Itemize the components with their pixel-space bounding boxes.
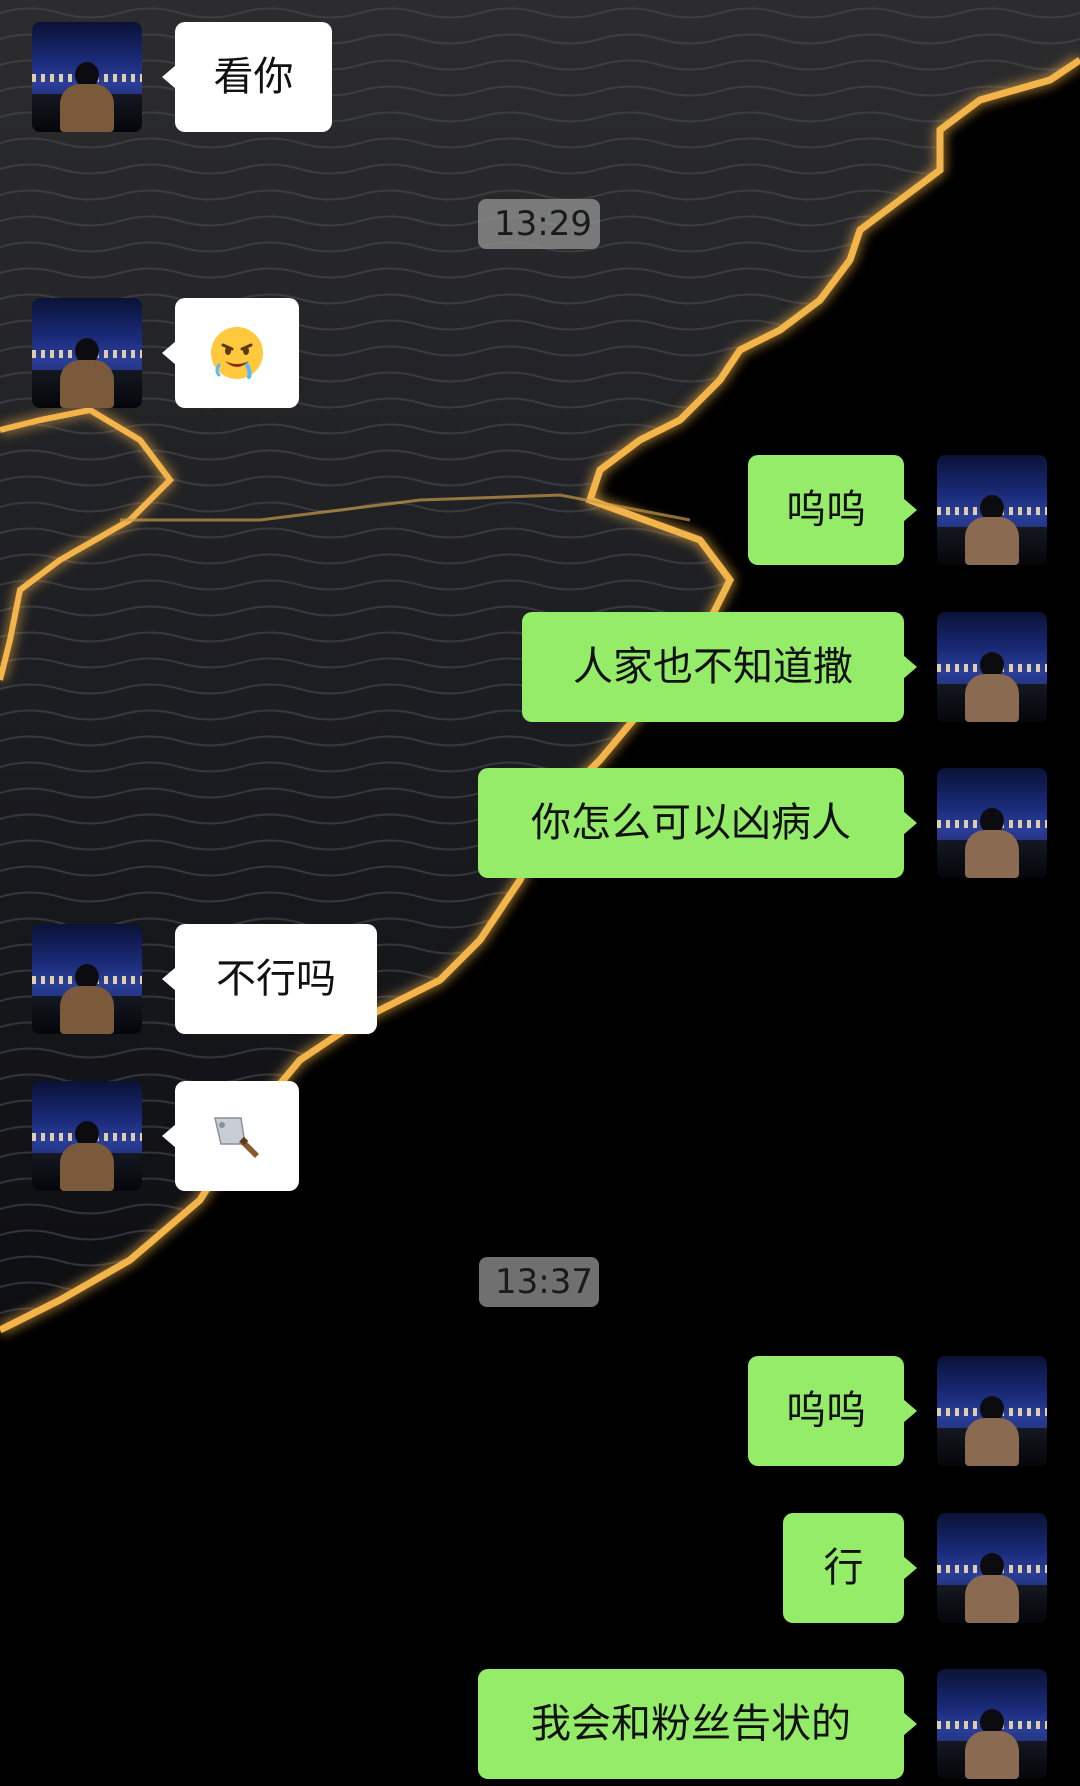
contact-avatar[interactable] bbox=[32, 298, 142, 408]
message-bubble-outgoing[interactable]: 呜呜 bbox=[748, 455, 917, 565]
avatar-person-body bbox=[965, 1731, 1019, 1779]
avatar-person-body bbox=[965, 517, 1019, 565]
message-row-outgoing: 行 bbox=[0, 1513, 1080, 1623]
own-avatar[interactable] bbox=[937, 1356, 1047, 1466]
avatar-person-body bbox=[965, 830, 1019, 878]
message-bubble-incoming[interactable]: 不行吗 bbox=[162, 924, 377, 1034]
message-bubble-incoming-emoji[interactable] bbox=[162, 298, 299, 408]
message-bubble-outgoing[interactable]: 我会和粉丝告状的 bbox=[478, 1669, 917, 1779]
drooling-face-emoji-icon bbox=[211, 327, 263, 379]
message-row-incoming: 不行吗 bbox=[0, 924, 1080, 1034]
avatar-person-body bbox=[60, 360, 114, 408]
avatar-person-body bbox=[60, 986, 114, 1034]
message-row-incoming: 看你 bbox=[0, 22, 1080, 132]
avatar-person-body bbox=[965, 1418, 1019, 1466]
contact-avatar[interactable] bbox=[32, 1081, 142, 1191]
contact-avatar[interactable] bbox=[32, 22, 142, 132]
message-row-outgoing: 呜呜 bbox=[0, 455, 1080, 565]
avatar-person-body bbox=[965, 674, 1019, 722]
avatar-person-body bbox=[60, 1143, 114, 1191]
message-bubble-outgoing[interactable]: 行 bbox=[783, 1513, 917, 1623]
message-row-incoming bbox=[0, 1081, 1080, 1191]
cleaver-knife-emoji-icon bbox=[214, 1117, 259, 1158]
message-row-outgoing: 呜呜 bbox=[0, 1356, 1080, 1466]
own-avatar[interactable] bbox=[937, 612, 1047, 722]
message-row-incoming bbox=[0, 298, 1080, 408]
message-bubble-incoming[interactable]: 看你 bbox=[162, 22, 332, 132]
message-bubble-outgoing[interactable]: 人家也不知道撒 bbox=[522, 612, 917, 722]
own-avatar[interactable] bbox=[937, 1669, 1047, 1779]
message-bubble-outgoing[interactable]: 你怎么可以凶病人 bbox=[478, 768, 917, 878]
own-avatar[interactable] bbox=[937, 1513, 1047, 1623]
message-bubble-incoming-emoji[interactable] bbox=[162, 1081, 299, 1191]
chat-message-list[interactable]: 看你 13:29 呜呜 人家也不知道撒 你怎么可以凶病人 不行吗 13:37 呜… bbox=[0, 0, 1080, 1786]
message-bubble-outgoing[interactable]: 呜呜 bbox=[748, 1356, 917, 1466]
contact-avatar[interactable] bbox=[32, 924, 142, 1034]
message-row-outgoing: 人家也不知道撒 bbox=[0, 612, 1080, 722]
timestamp-divider: 13:29 bbox=[478, 199, 600, 249]
own-avatar[interactable] bbox=[937, 768, 1047, 878]
avatar-person-body bbox=[60, 84, 114, 132]
avatar-person-body bbox=[965, 1575, 1019, 1623]
message-row-outgoing: 你怎么可以凶病人 bbox=[0, 768, 1080, 878]
own-avatar[interactable] bbox=[937, 455, 1047, 565]
message-row-outgoing: 我会和粉丝告状的 bbox=[0, 1669, 1080, 1779]
timestamp-divider: 13:37 bbox=[479, 1257, 599, 1307]
